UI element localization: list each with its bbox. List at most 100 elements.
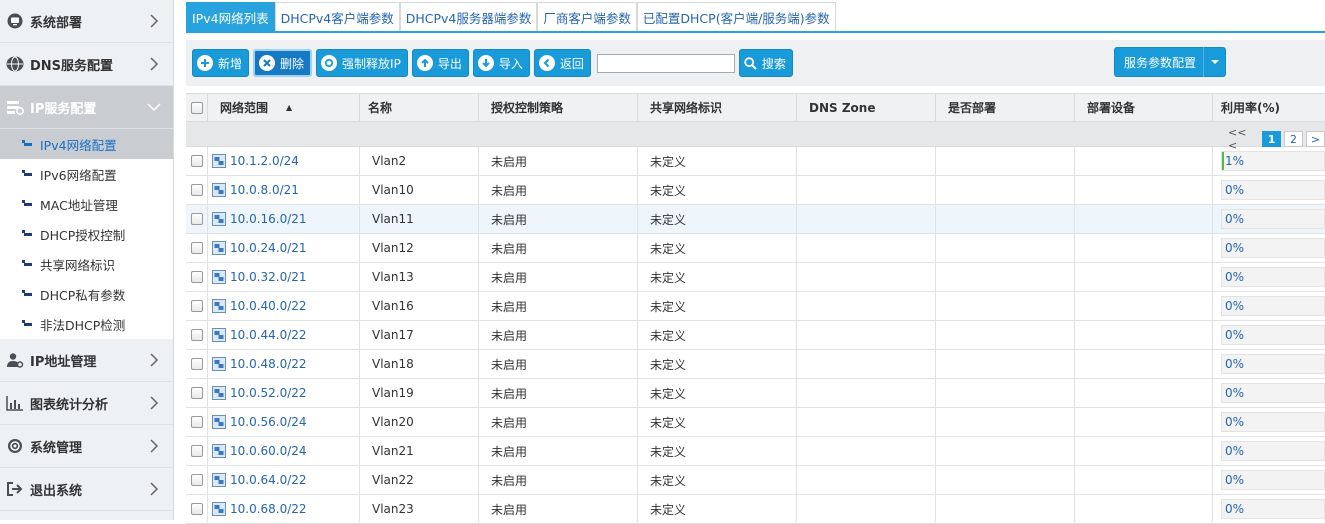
search-input[interactable] — [596, 53, 735, 73]
row-checkbox[interactable] — [190, 184, 203, 196]
chevron-right-icon — [150, 353, 159, 367]
tab-vendor-client-params[interactable]: 厂商客户端参数 — [537, 2, 637, 31]
row-checkbox-cell — [186, 147, 208, 175]
network-range-link[interactable]: 10.0.40.0/22 — [230, 299, 307, 313]
nav-group-chart-stats[interactable]: 图表统计分析 — [0, 382, 173, 425]
nav-group-system-deploy[interactable]: 系统部署 — [0, 0, 173, 43]
network-range-link[interactable]: 10.0.8.0/21 — [230, 183, 299, 197]
col-auth-policy[interactable]: 授权控制策略 — [479, 94, 638, 121]
dns-zone-cell — [797, 495, 936, 523]
col-label: 名称 — [368, 101, 393, 115]
nav-group-ip-address[interactable]: IP地址管理 — [0, 339, 173, 382]
network-icon — [212, 154, 226, 168]
back-button[interactable]: 返回 — [533, 49, 591, 77]
row-checkbox[interactable] — [190, 416, 203, 428]
table-row[interactable]: 10.0.16.0/21 Vlan11 未启用 未定义 0% — [186, 205, 1325, 234]
network-range-link[interactable]: 10.0.48.0/22 — [230, 357, 307, 371]
deploy-device-cell — [1075, 234, 1213, 262]
table-row[interactable]: 10.0.64.0/22 Vlan22 未启用 未定义 0% — [186, 466, 1325, 495]
sub-item-ipv6-network[interactable]: IPv6网络配置 — [0, 159, 173, 189]
sub-item-ipv4-network[interactable]: IPv4网络配置 — [0, 129, 173, 159]
network-range-cell: 10.0.60.0/24 — [208, 437, 360, 465]
tab-ipv4-network-list[interactable]: IPv4网络列表 — [186, 2, 275, 31]
tab-configured-dhcp-params[interactable]: 已配置DHCP(客户端/服务端)参数 — [636, 2, 836, 31]
network-range-link[interactable]: 10.1.2.0/24 — [230, 154, 299, 168]
row-checkbox[interactable] — [190, 213, 203, 225]
table-row[interactable]: 10.0.60.0/24 Vlan21 未启用 未定义 0% — [186, 437, 1325, 466]
table-row[interactable]: 10.0.32.0/21 Vlan13 未启用 未定义 0% — [186, 263, 1325, 292]
pager-prev[interactable]: << < — [1228, 126, 1259, 152]
row-checkbox[interactable] — [190, 445, 203, 457]
auth-policy-cell: 未启用 — [479, 408, 638, 436]
network-range-link[interactable]: 10.0.32.0/21 — [230, 270, 307, 284]
shared-network-cell: 未定义 — [638, 234, 797, 262]
table-row[interactable]: 10.1.2.0/24 Vlan2 未启用 未定义 1% — [186, 147, 1325, 176]
row-checkbox[interactable] — [190, 358, 203, 370]
table-row[interactable]: 10.0.56.0/24 Vlan20 未启用 未定义 0% — [186, 408, 1325, 437]
search-button[interactable]: 搜索 — [738, 49, 793, 77]
shared-network-cell: 未定义 — [638, 466, 797, 494]
nav-group-system-admin[interactable]: 系统管理 — [0, 425, 173, 468]
row-checkbox[interactable] — [190, 155, 203, 167]
row-checkbox[interactable] — [190, 242, 203, 254]
col-dns-zone[interactable]: DNS Zone — [797, 94, 936, 121]
service-params-config-button[interactable]: 服务参数配置 — [1114, 47, 1226, 77]
table-row[interactable]: 10.0.40.0/22 Vlan16 未启用 未定义 0% — [186, 292, 1325, 321]
import-button[interactable]: 导入 — [472, 49, 530, 77]
export-button[interactable]: 导出 — [411, 49, 469, 77]
nav-group-logout[interactable]: 退出系统 — [0, 468, 173, 511]
row-checkbox[interactable] — [190, 387, 203, 399]
tab-dhcpv4-server-params[interactable]: DHCPv4服务器端参数 — [399, 2, 538, 31]
deployed-cell — [936, 379, 1075, 407]
row-checkbox[interactable] — [190, 300, 203, 312]
col-shared-network[interactable]: 共享网络标识 — [638, 94, 797, 121]
row-checkbox[interactable] — [190, 329, 203, 341]
utilization-cell: 0% — [1213, 292, 1325, 320]
network-range-link[interactable]: 10.0.60.0/24 — [230, 444, 307, 458]
network-range-link[interactable]: 10.0.52.0/22 — [230, 386, 307, 400]
pager-next[interactable]: > — [1306, 131, 1325, 147]
name-cell: Vlan13 — [360, 263, 479, 291]
row-checkbox[interactable] — [190, 271, 203, 283]
table-row[interactable]: 10.0.52.0/22 Vlan19 未启用 未定义 0% — [186, 379, 1325, 408]
network-icon — [212, 444, 226, 458]
sub-item-mac-address[interactable]: MAC地址管理 — [0, 189, 173, 219]
col-name[interactable]: 名称 — [360, 94, 479, 121]
auth-policy-cell: 未启用 — [479, 495, 638, 523]
row-checkbox[interactable] — [190, 503, 203, 515]
force-release-ip-button[interactable]: 强制释放IP — [316, 49, 408, 77]
network-range-link[interactable]: 10.0.16.0/21 — [230, 212, 307, 226]
nav-group-ip-service-config[interactable]: IP服务配置 — [0, 86, 173, 129]
network-range-link[interactable]: 10.0.68.0/22 — [230, 502, 307, 516]
tab-dhcpv4-client-params[interactable]: DHCPv4客户端参数 — [274, 2, 400, 31]
table-row[interactable]: 10.0.44.0/22 Vlan17 未启用 未定义 0% — [186, 321, 1325, 350]
add-button[interactable]: 新增 — [192, 49, 250, 77]
sub-item-illegal-dhcp[interactable]: 非法DHCP检测 — [0, 309, 173, 339]
col-deploy-device[interactable]: 部署设备 — [1075, 94, 1213, 121]
sub-item-shared-network[interactable]: 共享网络标识 — [0, 249, 173, 279]
sub-item-dhcp-auth[interactable]: DHCP授权控制 — [0, 219, 173, 249]
utilization-bar: 1% — [1221, 151, 1325, 171]
network-range-link[interactable]: 10.0.64.0/22 — [230, 473, 307, 487]
network-range-link[interactable]: 10.0.24.0/21 — [230, 241, 307, 255]
network-range-link[interactable]: 10.0.56.0/24 — [230, 415, 307, 429]
col-label: 是否部署 — [948, 101, 997, 115]
col-utilization[interactable]: 利用率(%) — [1213, 94, 1325, 121]
table-row[interactable]: 10.0.24.0/21 Vlan12 未启用 未定义 0% — [186, 234, 1325, 263]
table-row[interactable]: 10.0.8.0/21 Vlan10 未启用 未定义 0% — [186, 176, 1325, 205]
col-deployed[interactable]: 是否部署 — [936, 94, 1075, 121]
page-2[interactable]: 2 — [1284, 131, 1304, 147]
nav-group-dns-config[interactable]: DNS服务配置 — [0, 43, 173, 86]
dns-zone-cell — [797, 321, 936, 349]
delete-button[interactable]: 删除 — [253, 49, 313, 77]
col-network-range[interactable]: 网络范围 ▲ — [208, 94, 360, 121]
select-all-checkbox[interactable] — [190, 101, 203, 114]
sidebar: 系统部署 DNS服务配置 IP服务配置 IPv4网络配置 IPv6网络配置 MA… — [0, 0, 174, 520]
network-range-link[interactable]: 10.0.44.0/22 — [230, 328, 307, 342]
caret-down-icon[interactable] — [1203, 47, 1225, 77]
row-checkbox[interactable] — [190, 474, 203, 486]
table-row[interactable]: 10.0.48.0/22 Vlan18 未启用 未定义 0% — [186, 350, 1325, 379]
page-1[interactable]: 1 — [1262, 131, 1282, 147]
sub-item-dhcp-private[interactable]: DHCP私有参数 — [0, 279, 173, 309]
utilization-bar: 0% — [1221, 499, 1325, 519]
